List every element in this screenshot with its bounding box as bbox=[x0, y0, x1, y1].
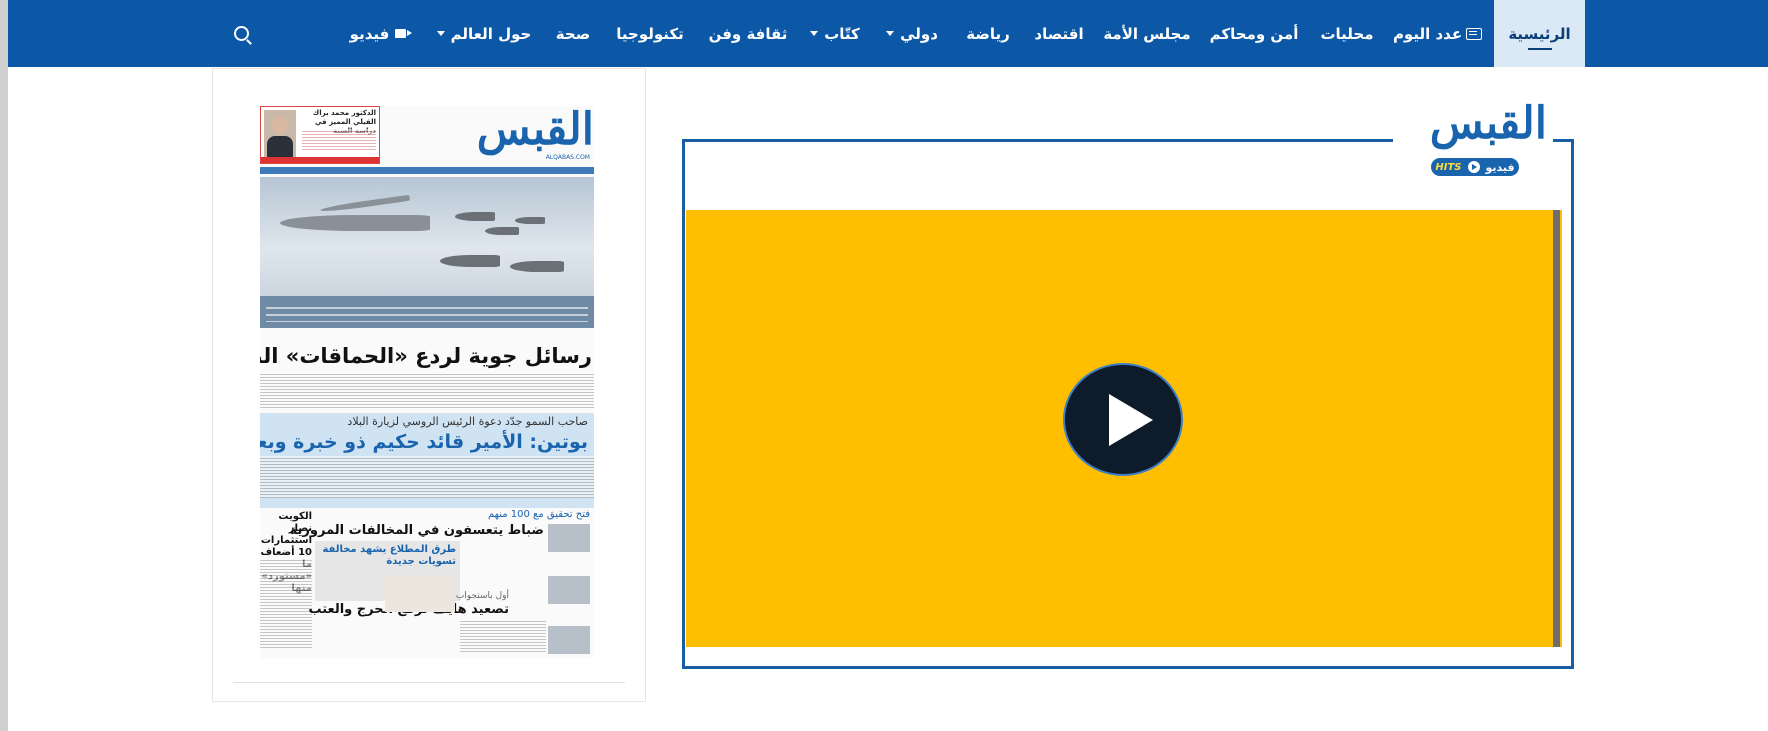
fighter-jet bbox=[485, 227, 519, 235]
second-headline: بوتين: الأمير قائد حكيم ذو خبرة وبعد نظر bbox=[260, 431, 588, 453]
caption-text-lines bbox=[266, 302, 588, 322]
nav-item-label: كتّاب bbox=[824, 24, 860, 43]
nav-item-label: حول العالم bbox=[450, 24, 532, 43]
video-badge-label: فيديو bbox=[1485, 160, 1515, 174]
story-thumbnail bbox=[548, 524, 590, 552]
video-badge: HITS فيديو bbox=[1431, 158, 1519, 176]
article-columns bbox=[260, 456, 594, 498]
tanker-plane bbox=[280, 215, 430, 231]
story-kicker: فتح تحقيق مع 100 منهم bbox=[487, 509, 590, 520]
video-logo: القبس bbox=[1429, 98, 1547, 149]
nav-item-sports[interactable]: رياضة bbox=[958, 0, 1018, 67]
article-columns bbox=[460, 619, 546, 653]
nav-item-today-issue[interactable]: عدد اليوم bbox=[1390, 0, 1485, 67]
nav-item-label: اقتصاد bbox=[1034, 24, 1084, 43]
chevron-down-icon bbox=[810, 31, 819, 36]
newspaper-date-bar bbox=[260, 167, 594, 174]
video-camera-icon bbox=[395, 29, 413, 38]
nav-item-label: أمن ومحاكم bbox=[1209, 24, 1299, 43]
nav-item-label: مجلس الأمة bbox=[1103, 24, 1191, 43]
nav-item-home[interactable]: الرئيسية bbox=[1494, 0, 1585, 67]
ad-footer-bar bbox=[261, 157, 379, 163]
story-thumbnail bbox=[548, 626, 590, 654]
story-subheadline: صاحب السمو جدّد دعوة الرئيس الروسي لزيار… bbox=[347, 415, 588, 428]
portraits-image bbox=[385, 576, 455, 612]
nav-item-label: محليات bbox=[1320, 24, 1374, 43]
active-underline bbox=[1527, 48, 1552, 50]
video-brand: القبس HITS فيديو bbox=[1393, 97, 1553, 183]
search-icon[interactable] bbox=[234, 26, 249, 41]
gray-box-title: طرق المطلاع يشهد مخالفة تسويات جديدة bbox=[322, 544, 456, 567]
nav-item-label: الرئيسية bbox=[1508, 24, 1571, 43]
article-columns bbox=[260, 372, 594, 410]
nav-item-culture-art[interactable]: ثقافة وفن bbox=[702, 0, 794, 67]
card-divider bbox=[233, 682, 625, 691]
nav-item-label: تكنولوجيا bbox=[616, 24, 684, 43]
nav-item-label: صحة bbox=[555, 24, 591, 43]
tanker-wing bbox=[320, 194, 410, 214]
side-story-lines bbox=[260, 558, 312, 648]
nav-item-label: رياضة bbox=[966, 24, 1010, 43]
newspaper-logo: القبس bbox=[476, 106, 594, 155]
fighter-jet bbox=[455, 212, 495, 221]
small-play-icon bbox=[1467, 161, 1480, 173]
third-headline: ضباط يتعسفون في المخالفات المرورية bbox=[289, 523, 544, 538]
newspaper-icon bbox=[1466, 27, 1483, 40]
nav-item-around-world[interactable]: حول العالم bbox=[428, 0, 540, 67]
nav-item-video[interactable]: فيديو bbox=[338, 0, 418, 67]
fighter-jet bbox=[440, 255, 500, 267]
nav-item-security-courts[interactable]: أمن ومحاكم bbox=[1204, 0, 1304, 67]
nav-item-economy[interactable]: اقتصاد bbox=[1026, 0, 1092, 67]
newspaper-front-page[interactable]: القبس ALQABAS.COM الدكتور محمد براك الفي… bbox=[260, 106, 594, 658]
chevron-down-icon bbox=[886, 31, 895, 36]
fighter-jet bbox=[515, 217, 545, 224]
photo-caption-bar bbox=[260, 296, 594, 328]
nav-item-health[interactable]: صحة bbox=[548, 0, 598, 67]
main-headline: رسائل جوية لردع «الحماقات» البحرية bbox=[260, 344, 592, 368]
hits-label: HITS bbox=[1435, 161, 1462, 173]
jets-photo bbox=[260, 177, 594, 297]
nav-item-label: دولي bbox=[900, 24, 938, 43]
nav-item-local[interactable]: محليات bbox=[1312, 0, 1382, 67]
chevron-down-icon bbox=[436, 31, 445, 36]
nav-item-parliament[interactable]: مجلس الأمة bbox=[1100, 0, 1194, 67]
story-thumbnail bbox=[548, 576, 590, 604]
window-edge bbox=[0, 0, 8, 731]
nav-item-label: ثقافة وفن bbox=[708, 24, 788, 43]
ad-text-lines bbox=[302, 129, 376, 151]
nav-item-label: فيديو bbox=[349, 24, 390, 43]
ad-portrait-image bbox=[264, 110, 296, 158]
main-nav: الرئيسية عدد اليوم محليات أمن ومحاكم مجل… bbox=[8, 0, 1768, 67]
fighter-jet bbox=[510, 261, 564, 272]
nav-item-writers[interactable]: كتّاب bbox=[802, 0, 868, 67]
today-issue-card[interactable]: القبس ALQABAS.COM الدكتور محمد براك الفي… bbox=[212, 68, 646, 702]
nav-item-technology[interactable]: تكنولوجيا bbox=[606, 0, 694, 67]
player-scrollbar[interactable] bbox=[1553, 210, 1560, 647]
newspaper-logo-url: ALQABAS.COM bbox=[545, 154, 590, 161]
nav-item-label: عدد اليوم bbox=[1392, 24, 1463, 43]
nav-item-international[interactable]: دولي bbox=[876, 0, 948, 67]
play-icon[interactable] bbox=[1063, 363, 1183, 476]
newspaper-ad-box: الدكتور محمد براك الفيلي المميز في دراسة… bbox=[260, 106, 380, 164]
